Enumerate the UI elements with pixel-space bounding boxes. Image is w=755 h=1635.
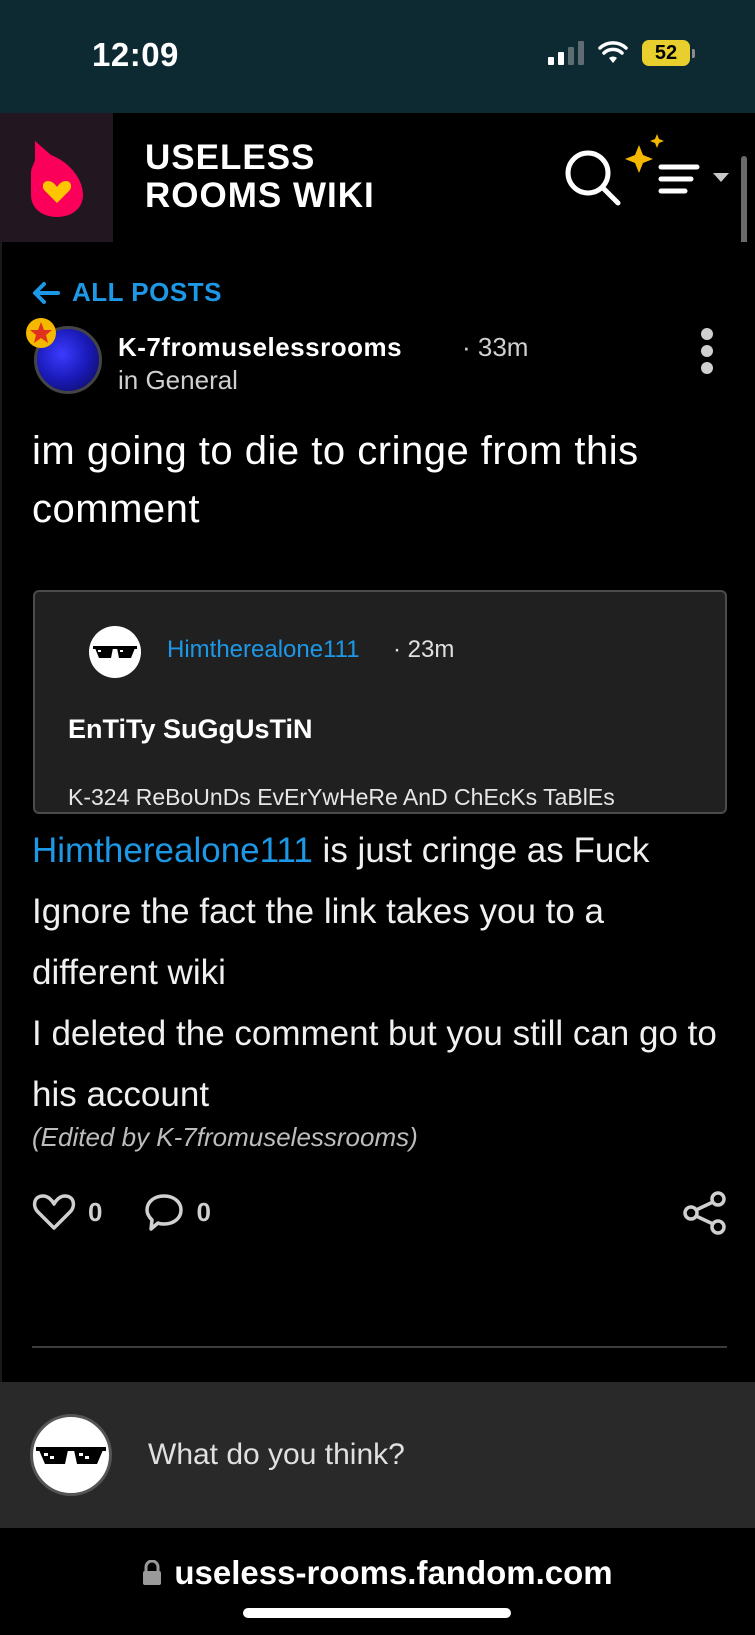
like-count: 0 xyxy=(88,1196,103,1227)
fandom-flame-icon xyxy=(30,140,83,217)
sunglasses-icon xyxy=(36,1447,106,1464)
url-text: useless-rooms.fandom.com xyxy=(174,1554,613,1591)
status-time: 12:09 xyxy=(92,36,179,73)
search-icon[interactable] xyxy=(562,147,624,209)
battery-icon: 52 xyxy=(642,40,695,66)
sparkle-menu-icon[interactable] xyxy=(625,133,735,213)
wiki-title[interactable]: USELESS ROOMS WIKI xyxy=(145,139,375,215)
home-indicator[interactable] xyxy=(243,1608,511,1618)
lock-icon xyxy=(143,1560,162,1585)
divider xyxy=(32,1346,727,1348)
fandom-logo[interactable] xyxy=(0,113,113,242)
embed-time: · 23m xyxy=(393,636,455,663)
cellular-signal-icon xyxy=(548,41,584,65)
comment-count: 0 xyxy=(196,1196,211,1227)
wiki-header: USELESS ROOMS WIKI xyxy=(0,113,755,242)
star-badge-icon xyxy=(26,318,56,348)
author-avatar-wrap[interactable] xyxy=(24,316,104,396)
post-body-line2: Ignore the fact the link takes you to a … xyxy=(32,892,605,992)
heart-icon[interactable] xyxy=(32,1192,76,1232)
sunglasses-avatar-icon xyxy=(89,626,141,678)
embed-username: Himtherealone111 xyxy=(167,636,360,663)
arrow-left-icon xyxy=(33,281,60,304)
post-body-line3: I deleted the comment but you still can … xyxy=(32,1014,717,1114)
all-posts-link[interactable]: ALL POSTS xyxy=(32,277,222,308)
status-icons: 52 xyxy=(548,40,695,66)
url-display[interactable]: useless-rooms.fandom.com xyxy=(0,1554,755,1592)
reply-input[interactable]: What do you think? xyxy=(148,1438,405,1472)
status-bar: 12:09 52 xyxy=(0,0,755,113)
discussion-post: ALL POSTS K-7fromuselessrooms · 33m in G… xyxy=(0,242,755,1382)
share-icon[interactable] xyxy=(682,1190,728,1236)
post-title: im going to die to cringe from this comm… xyxy=(32,429,639,531)
post-body: Himtherealone111 is just cringe as Fuck … xyxy=(32,820,732,1125)
comment-icon[interactable] xyxy=(144,1192,184,1232)
post-body-line1-rest: is just cringe as Fuck xyxy=(312,831,650,870)
battery-level: 52 xyxy=(642,40,690,66)
embed-title: EnTiTy SuGgUsTiN xyxy=(68,714,313,744)
more-options-icon[interactable] xyxy=(697,328,717,374)
wiki-title-line1: USELESS xyxy=(145,138,316,177)
post-time: · 33m xyxy=(462,332,529,362)
browser-url-bar[interactable]: useless-rooms.fandom.com xyxy=(0,1528,755,1635)
embedded-comment-image[interactable]: Himtherealone111 · 23m EnTiTy SuGgUsTiN … xyxy=(33,590,727,814)
post-actions: 0 0 xyxy=(32,1192,241,1232)
all-posts-label: ALL POSTS xyxy=(72,277,222,307)
mention-link[interactable]: Himtherealone111 xyxy=(32,831,313,870)
wifi-icon xyxy=(598,41,628,63)
post-category[interactable]: in General xyxy=(118,365,238,396)
wiki-title-line2: ROOMS WIKI xyxy=(145,176,375,215)
edited-note: (Edited by K-7fromuselessrooms) xyxy=(32,1122,418,1152)
embed-body: K-324 ReBoUnDs EvErYwHeRe AnD ChEcKs TaB… xyxy=(68,784,615,810)
user-avatar xyxy=(30,1414,112,1496)
author-name[interactable]: K-7fromuselessrooms xyxy=(118,332,402,363)
post-body-line1: Himtherealone111 is just cringe as Fuck xyxy=(32,820,732,881)
reply-bar[interactable]: What do you think? xyxy=(0,1382,755,1528)
